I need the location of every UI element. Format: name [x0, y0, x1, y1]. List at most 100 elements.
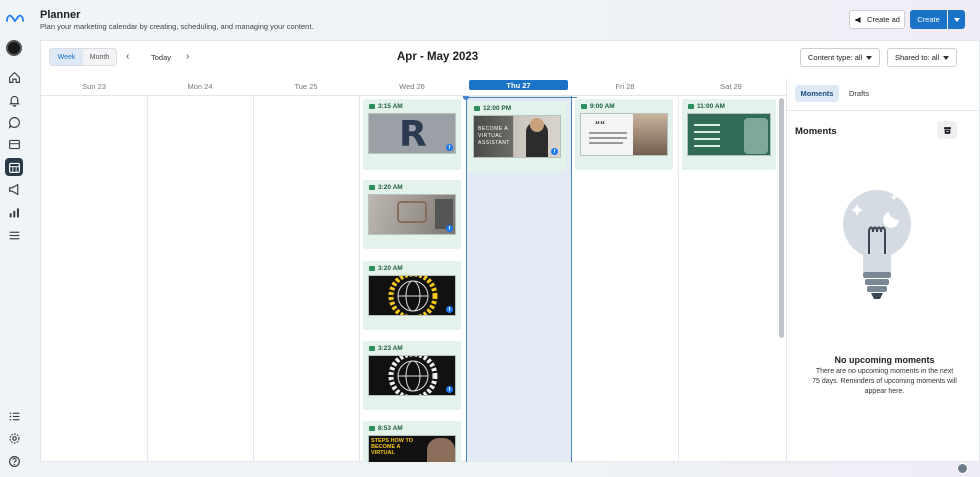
archive-icon	[943, 126, 951, 134]
page-subtitle: Plan your marketing calendar by creating…	[40, 22, 314, 31]
home-icon[interactable]	[5, 68, 23, 86]
post-time: 8:53 AM	[378, 425, 403, 432]
today-button[interactable]: Today	[151, 53, 171, 62]
content-type-label: Content type: all	[808, 53, 863, 62]
scheduled-post-card[interactable]: 3:15 AM R f	[363, 99, 461, 170]
ads-icon[interactable]	[5, 180, 23, 198]
facebook-icon: f	[446, 306, 453, 313]
month-view-button[interactable]: Month	[83, 49, 116, 65]
create-ad-button[interactable]: Create ad	[849, 10, 905, 29]
post-time: 3:20 AM	[378, 265, 403, 272]
list-icon[interactable]	[5, 407, 23, 425]
notification-icon[interactable]	[5, 91, 23, 109]
checklist-line	[694, 124, 720, 126]
moments-archive-button[interactable]	[937, 121, 957, 139]
moments-side-panel: Moments Drafts Moments No upcoming momen…	[786, 79, 980, 463]
globe-icon[interactable]	[957, 463, 968, 474]
post-time: 11:00 AM	[697, 103, 725, 110]
scheduled-post-card[interactable]: 9:00 AM ““	[575, 99, 673, 170]
scheduled-post-card[interactable]: 12:00 PM BECOME A VIRTUAL ASSISTANT f	[468, 101, 566, 172]
post-type-icon	[369, 346, 375, 351]
post-time: 3:23 AM	[378, 345, 403, 352]
column-divider	[147, 96, 148, 462]
create-button[interactable]: Create	[910, 10, 947, 29]
scheduled-post-card[interactable]: 3:23 AM f	[363, 341, 461, 410]
chevron-down-icon	[953, 17, 960, 22]
checklist-line	[694, 131, 720, 133]
content-type-filter[interactable]: Content type: all	[800, 48, 881, 67]
tab-moments[interactable]: Moments	[795, 85, 839, 102]
left-navigation-rail	[0, 0, 28, 477]
lightbulb-illustration	[843, 190, 911, 299]
day-header-mon: Mon 24	[187, 81, 213, 91]
meta-logo-icon[interactable]	[5, 12, 25, 24]
chat-icon[interactable]	[5, 113, 23, 131]
post-type-icon	[474, 106, 480, 111]
posts-icon[interactable]	[5, 135, 23, 153]
post-type-icon	[369, 104, 375, 109]
scheduled-post-card[interactable]: 3:20 AM f	[363, 180, 461, 249]
post-time: 3:15 AM	[378, 103, 403, 110]
facebook-icon: f	[446, 144, 453, 151]
day-header-fri: Fri 28	[615, 81, 635, 91]
week-view-button[interactable]: Week	[50, 49, 83, 65]
post-type-icon	[688, 104, 694, 109]
current-time-line	[463, 97, 577, 98]
checklist-line	[694, 138, 720, 140]
post-time: 3:20 AM	[378, 184, 403, 191]
post-thumbnail: ““	[580, 113, 668, 156]
day-header-sun: Sun 23	[82, 81, 106, 91]
globe-logo-graphic	[388, 356, 438, 395]
post-type-icon	[369, 266, 375, 271]
text-line	[589, 132, 627, 134]
r-logo-graphic: R	[399, 114, 427, 154]
post-thumbnail	[687, 113, 771, 156]
account-avatar[interactable]	[6, 40, 22, 56]
day-header-tue: Tue 25	[294, 81, 318, 91]
create-ad-label: Create ad	[867, 15, 900, 24]
text-line	[589, 137, 627, 139]
person-face	[530, 118, 544, 132]
settings-icon[interactable]	[5, 429, 23, 447]
divider	[787, 110, 980, 111]
facebook-icon: f	[446, 386, 453, 393]
person-photo	[633, 114, 667, 155]
checklist-line	[694, 145, 720, 147]
tab-drafts[interactable]: Drafts	[849, 89, 869, 98]
scheduled-post-card[interactable]: 8:53 AM STEPS HOW TO BECOME A VIRTUAL	[363, 421, 461, 462]
caret-down-icon	[866, 55, 873, 60]
post-time: 12:00 PM	[483, 105, 512, 112]
post-thumbnail: R f	[368, 113, 456, 154]
caret-down-icon	[943, 55, 950, 60]
shared-to-filter[interactable]: Shared to: all	[887, 48, 958, 67]
post-type-icon	[369, 426, 375, 431]
create-dropdown-button[interactable]	[948, 10, 965, 29]
post-type-icon	[369, 185, 375, 190]
post-overlay-text: STEPS HOW TO BECOME A VIRTUAL	[371, 438, 414, 456]
next-week-icon[interactable]: ›	[186, 51, 189, 62]
planner-panel: Week Month ‹ Today › Apr - May 2023 Cont…	[40, 40, 980, 463]
column-divider	[253, 96, 254, 462]
day-header-row: Sun 23 Mon 24 Tue 25 Wed 26 Thu 27 Fri 2…	[41, 79, 786, 93]
column-divider	[678, 96, 679, 462]
person-photo	[427, 438, 455, 462]
scheduled-post-card[interactable]: 3:20 AM f	[363, 261, 461, 330]
photo-graphic	[744, 118, 768, 154]
column-divider	[359, 96, 360, 462]
planner-icon[interactable]	[5, 158, 23, 176]
globe-logo-graphic	[388, 276, 438, 315]
calendar-scrollbar[interactable]	[779, 98, 784, 338]
post-type-icon	[581, 104, 587, 109]
post-thumbnail: f	[368, 355, 456, 396]
day-header-thu-today: Thu 27	[469, 80, 568, 90]
scheduled-post-card[interactable]: 11:00 AM	[682, 99, 776, 170]
shared-to-label: Shared to: all	[895, 53, 940, 62]
help-icon[interactable]	[5, 452, 23, 470]
insights-icon[interactable]	[5, 203, 23, 221]
day-header-sat: Sat 29	[720, 81, 742, 91]
previous-week-icon[interactable]: ‹	[126, 51, 129, 62]
menu-icon[interactable]	[5, 226, 23, 244]
date-range-title: Apr - May 2023	[397, 51, 479, 63]
day-header-wed: Wed 26	[399, 81, 425, 91]
post-time: 9:00 AM	[590, 103, 615, 110]
